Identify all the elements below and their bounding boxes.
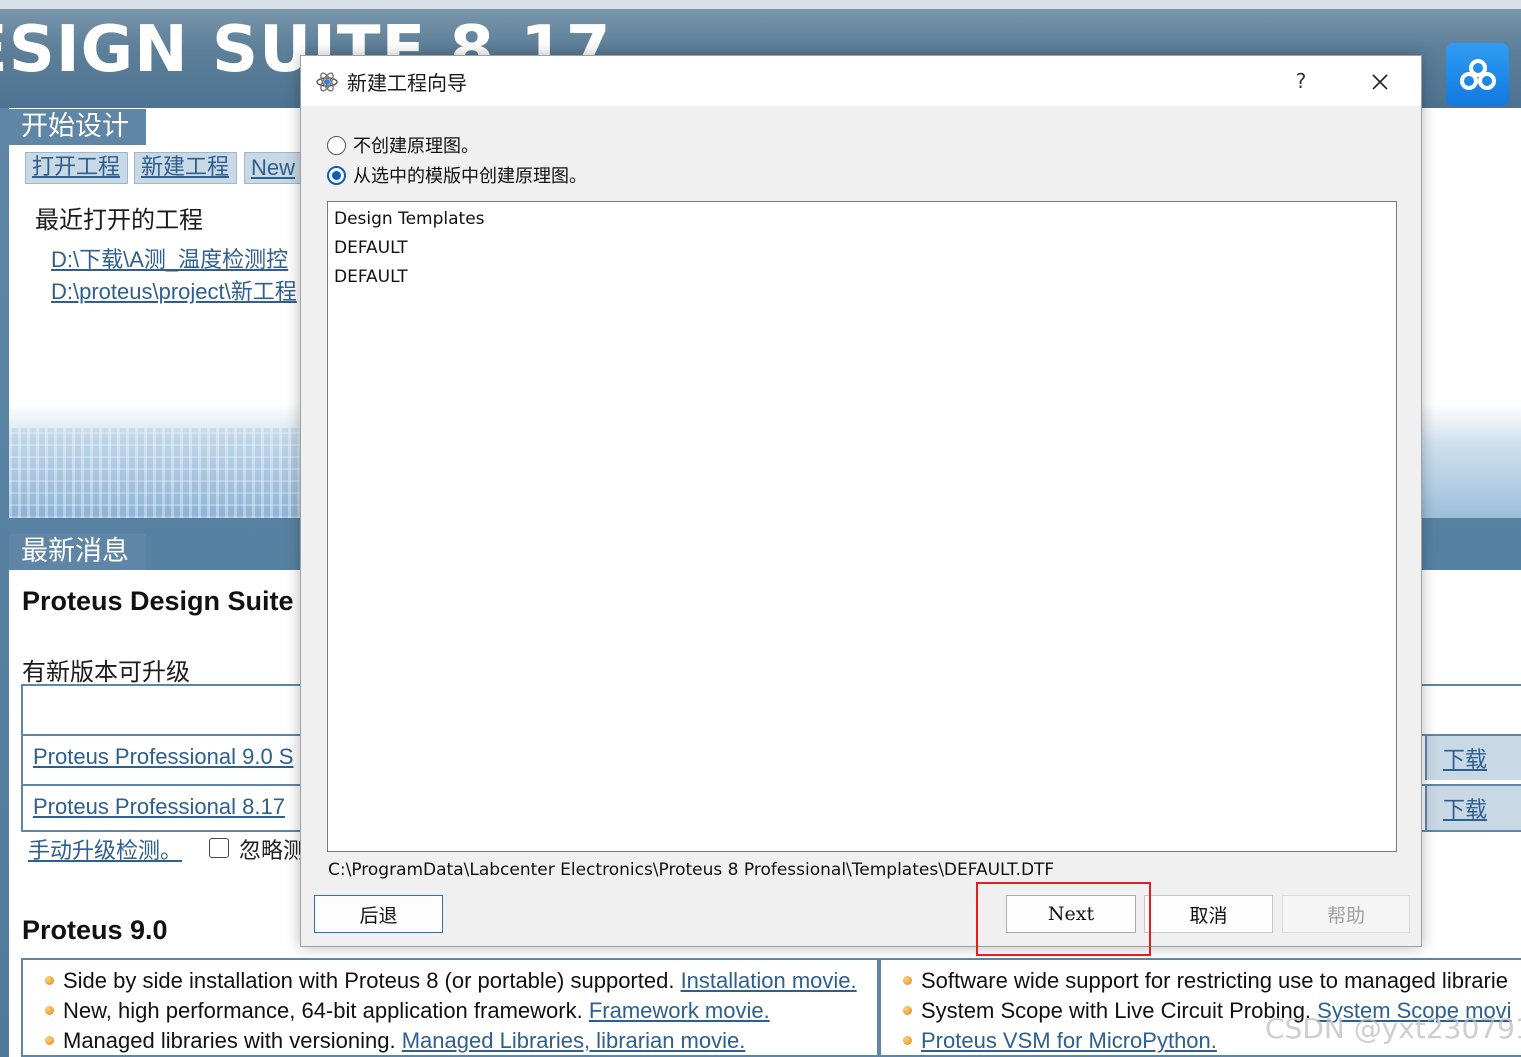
dialog-title: 新建工程向导 — [347, 71, 467, 95]
download-cell: 下载 — [1425, 736, 1521, 780]
cancel-button[interactable]: 取消 — [1144, 895, 1273, 933]
latest-news-tab: 最新消息 — [9, 534, 146, 570]
template-item[interactable]: DEFAULT — [334, 267, 408, 287]
close-icon[interactable] — [1365, 67, 1395, 97]
news-heading: Proteus Design Suite — [22, 586, 294, 616]
template-list[interactable]: Design Templates DEFAULT DEFAULT — [327, 201, 1397, 852]
download-link[interactable]: 下载 — [1443, 742, 1487, 774]
open-project-button[interactable]: 打开工程 — [25, 152, 128, 184]
feature-text: System Scope with Live Circuit Probing. — [921, 998, 1318, 1023]
start-design-tab: 开始设计 — [9, 109, 146, 145]
feature-text: Side by side installation with Proteus 8… — [63, 968, 681, 993]
help-button[interactable]: 帮助 — [1282, 895, 1410, 933]
upgrade-product-link[interactable]: Proteus Professional 8.17 — [33, 794, 285, 820]
new-project-wizard-dialog: 新建工程向导 ? 不创建原理图。 从选中的模版中创建原理图。 Design Te… — [300, 55, 1422, 947]
from-template-option[interactable]: 从选中的模版中创建原理图。 — [327, 162, 587, 188]
bullet-icon — [45, 975, 54, 985]
template-item[interactable]: DEFAULT — [334, 238, 408, 258]
upgrade-product-link[interactable]: Proteus Professional 9.0 S — [33, 744, 293, 770]
proteus-9-heading: Proteus 9.0 — [22, 915, 168, 945]
template-path: C:\ProgramData\Labcenter Electronics\Pro… — [328, 860, 1055, 880]
ignore-checkbox[interactable] — [209, 838, 229, 858]
bullet-icon — [45, 1035, 54, 1045]
feature-movie-link[interactable]: Framework movie. — [589, 998, 770, 1023]
feature-item: Side by side installation with Proteus 8… — [45, 968, 857, 994]
proteus-app-icon — [316, 72, 338, 92]
bullet-icon — [903, 1005, 912, 1015]
next-button-highlight — [976, 882, 1151, 956]
feature-text: Software wide support for restricting us… — [921, 968, 1508, 993]
help-question-button[interactable]: ? — [1288, 68, 1314, 94]
radio-button[interactable] — [327, 135, 346, 155]
feature-item: Software wide support for restricting us… — [903, 968, 1508, 994]
dialog-titlebar[interactable]: 新建工程向导 ? — [301, 56, 1421, 106]
no-schematic-option[interactable]: 不创建原理图。 — [327, 132, 479, 158]
download-cell: 下载 — [1425, 786, 1521, 830]
bullet-icon — [903, 975, 912, 985]
recent-project-link[interactable]: D:\proteus\project\新工程 — [51, 274, 297, 306]
radio-label: 不创建原理图。 — [353, 136, 479, 157]
radio-button-selected[interactable] — [327, 165, 346, 185]
feature-item: New, high performance, 64-bit applicatio… — [45, 998, 770, 1024]
banner-top-strip — [0, 0, 1521, 9]
watermark: CSDN @yxt230791 — [1265, 1012, 1521, 1045]
download-link[interactable]: 下载 — [1443, 792, 1487, 824]
template-list-header: Design Templates — [334, 209, 485, 229]
upgrade-available-title: 有新版本可升级 — [22, 658, 190, 686]
feature-movie-link[interactable]: Managed Libraries, librarian movie. — [402, 1028, 746, 1053]
features-left-box: Side by side installation with Proteus 8… — [21, 958, 879, 1057]
pcb-decoration — [9, 428, 309, 518]
feature-text: Managed libraries with versioning. — [63, 1028, 402, 1053]
new-project-button[interactable]: 新建工程 — [134, 152, 237, 184]
back-button[interactable]: 后退 — [314, 895, 443, 933]
bullet-icon — [903, 1035, 912, 1045]
feature-item: Proteus VSM for MicroPython. — [903, 1028, 1217, 1054]
cloud-share-icon — [1459, 58, 1496, 90]
feature-text: New, high performance, 64-bit applicatio… — [63, 998, 589, 1023]
feature-movie-link[interactable]: Installation movie. — [681, 968, 857, 993]
recent-project-link[interactable]: D:\下载\A测_温度检测控 — [51, 242, 288, 274]
feature-movie-link[interactable]: Proteus VSM for MicroPython. — [921, 1028, 1217, 1053]
radio-label: 从选中的模版中创建原理图。 — [353, 166, 587, 187]
recent-projects-title: 最近打开的工程 — [35, 206, 203, 234]
ignore-checkbox-label: 忽略测 — [239, 839, 306, 864]
manual-upgrade-check-link[interactable]: 手动升级检测。 — [28, 833, 182, 865]
bullet-icon — [45, 1005, 54, 1015]
feature-item: Managed libraries with versioning. Manag… — [45, 1028, 745, 1054]
cloud-share-button[interactable] — [1446, 43, 1509, 106]
